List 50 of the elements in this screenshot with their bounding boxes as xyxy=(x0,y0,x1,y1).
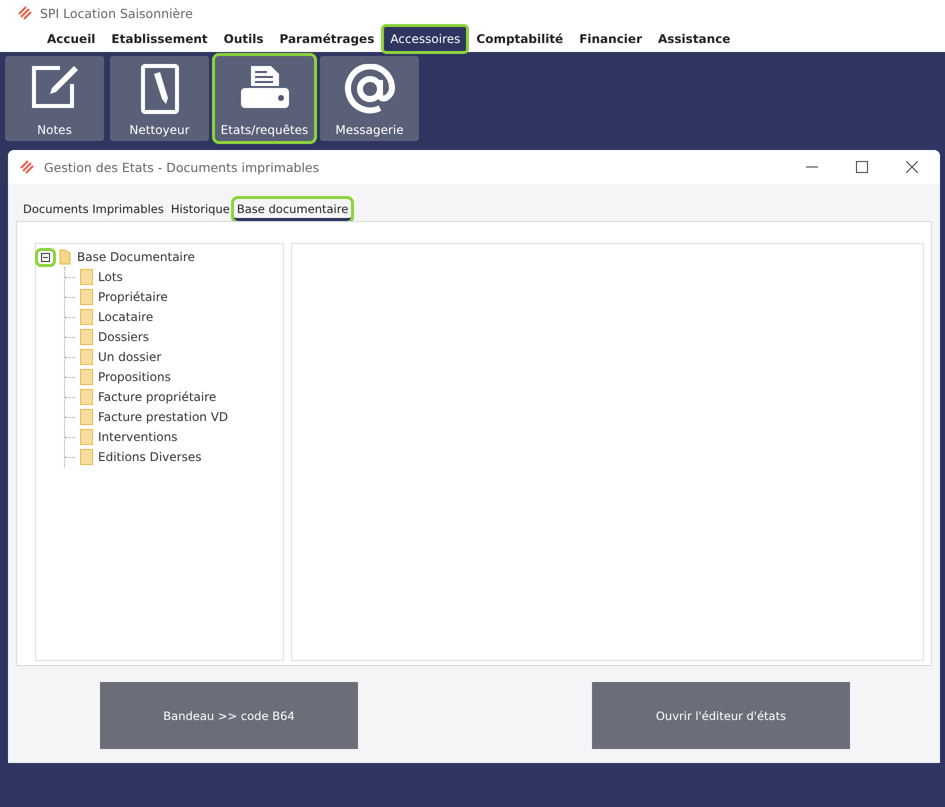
toolbar-button[interactable]: Etats/requêtes xyxy=(215,56,314,141)
folder-icon xyxy=(80,409,93,425)
toolbar-button[interactable]: Messagerie xyxy=(320,56,419,141)
tree-item[interactable]: Facture propriétaire xyxy=(98,390,216,404)
edit-icon xyxy=(30,64,80,110)
folder-icon xyxy=(80,449,93,465)
logo-icon xyxy=(18,6,32,20)
menu-item[interactable]: Accessoires xyxy=(383,26,468,52)
tree-item[interactable]: Facture prestation VD xyxy=(98,410,228,424)
tree-item[interactable]: Propriétaire xyxy=(98,290,168,304)
maximize-icon[interactable] xyxy=(856,161,868,173)
tab[interactable]: Base documentaire xyxy=(234,199,352,221)
tab[interactable]: Documents Imprimables xyxy=(20,199,167,221)
action-button[interactable]: Bandeau >> code B64 xyxy=(100,682,358,749)
tree-item[interactable]: Base Documentaire xyxy=(77,250,195,264)
menu-item[interactable]: Paramétrages xyxy=(272,26,382,52)
logo-icon xyxy=(20,160,34,174)
tree-item[interactable]: Locataire xyxy=(98,310,154,324)
menu-item[interactable]: Etablissement xyxy=(104,26,215,52)
folder-icon xyxy=(80,309,93,325)
menu-item[interactable]: Accueil xyxy=(40,26,102,52)
tree-item[interactable]: Editions Diverses xyxy=(98,450,202,464)
folder-icon xyxy=(80,349,93,365)
app-title: SPI Location Saisonnière xyxy=(40,6,193,20)
close-icon[interactable] xyxy=(906,161,918,173)
tree-item[interactable]: Dossiers xyxy=(98,330,149,344)
tree-item[interactable]: Lots xyxy=(98,270,123,284)
toolbar-button[interactable]: Notes xyxy=(5,56,104,141)
folder-icon xyxy=(80,329,93,345)
minimize-icon[interactable] xyxy=(806,166,818,168)
toolbar-button[interactable]: Nettoyeur xyxy=(110,56,209,141)
menu-item[interactable]: Financier xyxy=(572,26,649,52)
menu-item[interactable]: Comptabilité xyxy=(469,26,570,52)
action-button[interactable]: Ouvrir l'éditeur d'états xyxy=(592,682,850,749)
folder-icon xyxy=(80,369,93,385)
tree-item[interactable]: Un dossier xyxy=(98,350,162,364)
tree-item[interactable]: Interventions xyxy=(98,430,178,444)
pencil-icon xyxy=(140,64,180,114)
folder-icon xyxy=(80,389,93,405)
menu-item[interactable]: Assistance xyxy=(650,26,738,52)
menu-item[interactable]: Outils xyxy=(216,26,270,52)
folder-icon xyxy=(59,249,71,265)
folder-icon xyxy=(80,429,93,445)
at-sign-icon xyxy=(344,64,396,114)
dialog-title: Gestion des Etats - Documents imprimables xyxy=(44,160,320,174)
folder-icon xyxy=(80,289,93,305)
collapse-icon xyxy=(41,252,50,262)
tree-item[interactable]: Propositions xyxy=(98,370,171,384)
tab[interactable]: Historique xyxy=(168,199,233,221)
folder-icon xyxy=(80,269,93,285)
